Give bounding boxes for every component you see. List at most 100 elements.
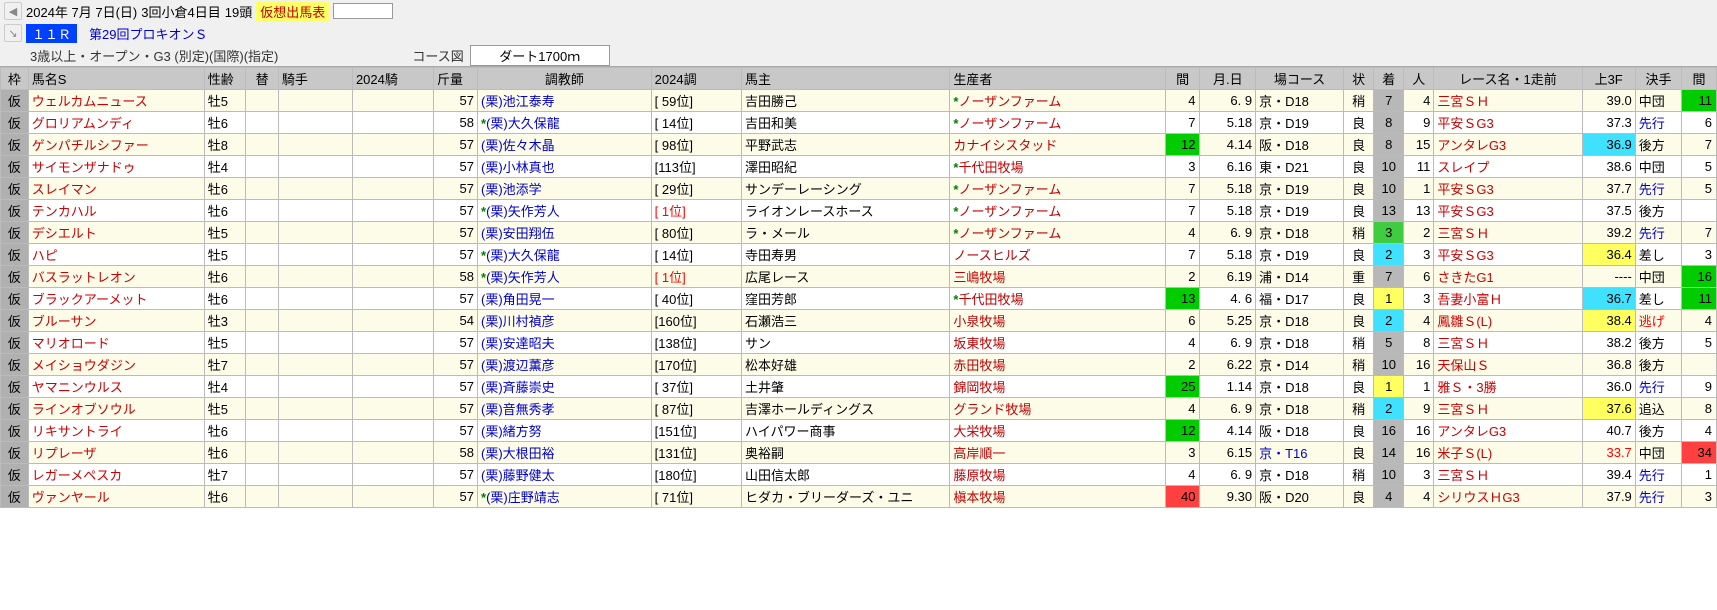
table-row[interactable]: 仮ハピ牡557*(栗)大久保龍[ 14位]寺田寿男ノースヒルズ75.18京・D1… — [1, 244, 1717, 266]
table-row[interactable]: 仮ヤマニンウルス牡457(栗)斉藤崇史[ 37位]土井肇錦岡牧場251.14京・… — [1, 376, 1717, 398]
col-style[interactable]: 決手 — [1635, 68, 1681, 90]
jockey-cell — [278, 332, 352, 354]
table-row[interactable]: 仮テンカハル牡657*(栗)矢作芳人[ 1位]ライオンレースホース*ノーザンファ… — [1, 200, 1717, 222]
horse-name-cell: ゲンパチルシファー — [28, 134, 204, 156]
horse-name-cell: メイショウダジン — [28, 354, 204, 376]
trank-cell: [ 80位] — [651, 222, 741, 244]
horse-name-cell: テンカハル — [28, 200, 204, 222]
trank-cell: [ 40位] — [651, 288, 741, 310]
course-cell: 京・D19 — [1256, 200, 1344, 222]
jockey-cell — [278, 134, 352, 156]
col-jride[interactable]: 2024騎 — [352, 68, 433, 90]
col-md[interactable]: 月.日 — [1200, 68, 1256, 90]
jockey-cell — [278, 464, 352, 486]
col-sex[interactable]: 性齢 — [204, 68, 246, 90]
table-row[interactable]: 仮リキサントライ牡657(栗)緒方努[151位]ハイパワー商事大栄牧場124.1… — [1, 420, 1717, 442]
col-heads[interactable]: 人 — [1404, 68, 1434, 90]
style-cell: 後方 — [1635, 420, 1681, 442]
gap-cell: 7 — [1165, 178, 1200, 200]
lastrace-cell: 三宮ＳＨ — [1434, 222, 1582, 244]
col-name[interactable]: 馬名S — [28, 68, 204, 90]
table-row[interactable]: 仮ヴァンヤール牡657*(栗)庄野靖志[ 71位]ヒダカ・ブリーダーズ・ユニ槇本… — [1, 486, 1717, 508]
table-row[interactable]: 仮サイモンザナドゥ牡457(栗)小林真也[113位]澤田昭紀*千代田牧場36.1… — [1, 156, 1717, 178]
kari-cell: 仮 — [1, 178, 29, 200]
col-gap2[interactable]: 間 — [1682, 68, 1717, 90]
breeder-cell: 高岸順一 — [950, 442, 1165, 464]
sex-cell: 牡5 — [204, 244, 246, 266]
gap2-cell: 9 — [1682, 376, 1717, 398]
race-name[interactable]: 第29回プロキオンＳ — [89, 24, 207, 43]
lastrace-cell: 三宮ＳＨ — [1434, 398, 1582, 420]
owner-cell: 吉田和美 — [741, 112, 949, 134]
course-cell: 阪・D18 — [1256, 134, 1344, 156]
course-cell: 京・D18 — [1256, 464, 1344, 486]
col-cond[interactable]: 状 — [1344, 68, 1374, 90]
date-cell: 6. 9 — [1200, 398, 1256, 420]
trainer-cell: (栗)角田晃一 — [478, 288, 652, 310]
weight-cell: 58 — [434, 112, 478, 134]
table-row[interactable]: 仮ゲンパチルシファー牡857(栗)佐々木晶[ 98位]平野武志カナイシスタッド1… — [1, 134, 1717, 156]
pos-cell: 5 — [1374, 332, 1404, 354]
gap2-cell — [1682, 354, 1717, 376]
col-breeder[interactable]: 生産者 — [950, 68, 1165, 90]
horse-name-cell: バスラットレオン — [28, 266, 204, 288]
col-frame[interactable]: 枠 — [1, 68, 29, 90]
change-cell — [246, 420, 278, 442]
f3-cell: 37.3 — [1582, 112, 1635, 134]
table-row[interactable]: 仮グロリアムンディ牡658*(栗)大久保龍[ 14位]吉田和美*ノーザンファーム… — [1, 112, 1717, 134]
f3-cell: 37.6 — [1582, 398, 1635, 420]
course-cell: 福・D17 — [1256, 288, 1344, 310]
style-cell: 差し — [1635, 244, 1681, 266]
col-wt[interactable]: 斤量 — [434, 68, 478, 90]
col-pos[interactable]: 着 — [1374, 68, 1404, 90]
weight-cell: 57 — [434, 90, 478, 112]
gap-cell: 7 — [1165, 200, 1200, 222]
col-f3[interactable]: 上3F — [1582, 68, 1635, 90]
filter-input[interactable] — [333, 3, 393, 19]
race-conditions: 3歳以上・オープン・G3 (別定)(国際)(指定) — [30, 46, 278, 65]
table-row[interactable]: 仮スレイマン牡657(栗)池添学[ 29位]サンデーレーシング*ノーザンファーム… — [1, 178, 1717, 200]
kari-cell: 仮 — [1, 200, 29, 222]
weight-cell: 57 — [434, 376, 478, 398]
col-trank[interactable]: 2024調 — [651, 68, 741, 90]
table-row[interactable]: 仮ブルーサン牡354(栗)川村禎彦[160位]石瀬浩三小泉牧場65.25京・D1… — [1, 310, 1717, 332]
course-box[interactable]: ダート1700ｍ — [470, 45, 610, 66]
gap2-cell: 1 — [1682, 464, 1717, 486]
change-cell — [246, 200, 278, 222]
col-trainer[interactable]: 調教師 — [478, 68, 652, 90]
table-row[interactable]: 仮ラインオブソウル牡557(栗)音無秀孝[ 87位]吉澤ホールディングスグランド… — [1, 398, 1717, 420]
export-icon[interactable]: ↘ — [4, 24, 22, 42]
table-row[interactable]: 仮バスラットレオン牡658*(栗)矢作芳人[ 1位]広尾レース三嶋牧場26.19… — [1, 266, 1717, 288]
trank-cell: [ 98位] — [651, 134, 741, 156]
table-row[interactable]: 仮レガーメペスカ牡757(栗)藤野健太[180位]山田信太郎藤原牧場46. 9京… — [1, 464, 1717, 486]
breeder-cell: 三嶋牧場 — [950, 266, 1165, 288]
change-cell — [246, 266, 278, 288]
lastrace-cell: 米子Ｓ(L) — [1434, 442, 1582, 464]
lastrace-cell: アンタレG3 — [1434, 134, 1582, 156]
col-track[interactable]: 場コース — [1256, 68, 1344, 90]
table-row[interactable]: 仮メイショウダジン牡757(栗)渡辺薫彦[170位]松本好雄赤田牧場26.22京… — [1, 354, 1717, 376]
race-heads: 19頭 — [225, 2, 252, 21]
arrow-icon[interactable]: ◀ — [4, 2, 22, 20]
gap-cell: 40 — [1165, 486, 1200, 508]
pos-cell: 2 — [1374, 398, 1404, 420]
kari-cell: 仮 — [1, 354, 29, 376]
table-row[interactable]: 仮マリオロード牡557(栗)安達昭夫[138位]サン坂東牧場46. 9京・D18… — [1, 332, 1717, 354]
sex-cell: 牡7 — [204, 464, 246, 486]
change-cell — [246, 464, 278, 486]
table-row[interactable]: 仮ウェルカムニュース牡557(栗)池江泰寿[ 59位]吉田勝己*ノーザンファーム… — [1, 90, 1717, 112]
trainer-cell: *(栗)庄野靖志 — [478, 486, 652, 508]
date-cell: 9.30 — [1200, 486, 1256, 508]
table-row[interactable]: 仮リプレーザ牡658(栗)大根田裕[131位]奥裕嗣高岸順一36.15京・T16… — [1, 442, 1717, 464]
col-owner[interactable]: 馬主 — [741, 68, 949, 90]
col-lrace[interactable]: レース名・1走前 — [1434, 68, 1582, 90]
col-change[interactable]: 替 — [246, 68, 278, 90]
col-gap[interactable]: 間 — [1165, 68, 1200, 90]
cond-cell: 良 — [1344, 112, 1374, 134]
table-row[interactable]: 仮デシエルト牡557(栗)安田翔伍[ 80位]ラ・メール*ノーザンファーム46.… — [1, 222, 1717, 244]
weight-cell: 57 — [434, 332, 478, 354]
jockey-cell — [278, 244, 352, 266]
table-row[interactable]: 仮ブラックアーメット牡657(栗)角田晃一[ 40位]窪田芳郎*千代田牧場134… — [1, 288, 1717, 310]
col-jockey[interactable]: 騎手 — [278, 68, 352, 90]
sex-cell: 牡6 — [204, 486, 246, 508]
